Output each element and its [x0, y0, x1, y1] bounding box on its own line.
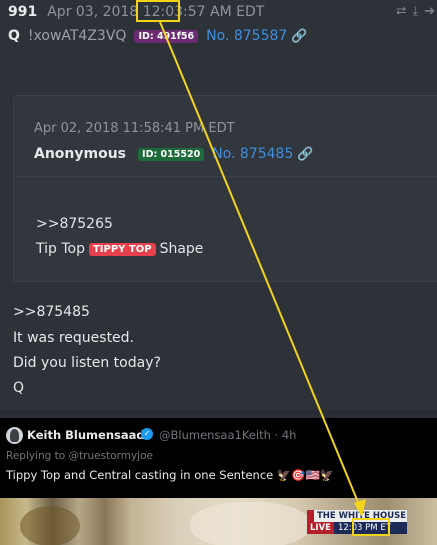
- tweet-time: · 4h: [274, 428, 297, 442]
- quoted-text-after: Shape: [159, 241, 204, 257]
- id-badge[interactable]: ID: 491f56: [134, 29, 199, 43]
- body-line-3: Q: [13, 380, 25, 396]
- tippy-top-badge: TIPPY TOP: [88, 243, 156, 256]
- broadcast-time-highlight-box: [352, 518, 390, 536]
- quoted-author-row: Anonymous ID: 015520 No. 875485 🔗: [34, 146, 314, 162]
- tweet-author[interactable]: Keith Blumensaadt: [27, 428, 150, 442]
- verified-icon: ✓: [141, 428, 153, 440]
- quoted-post: Apr 02, 2018 11:58:41 PM EDT Anonymous I…: [13, 95, 437, 282]
- body-reply-ref[interactable]: >>875485: [13, 304, 90, 320]
- body-line-1: It was requested.: [13, 330, 135, 346]
- quoted-post-number-link[interactable]: No. 875485: [212, 146, 293, 162]
- quoted-id-badge[interactable]: ID: 015520: [138, 147, 205, 161]
- timestamp-highlight-box: [136, 0, 180, 22]
- tweet-text: Tippy Top and Central casting in one Sen…: [6, 468, 335, 482]
- post-number: 991: [8, 4, 38, 20]
- tweet-handle-time: @Blumensaa1Keith · 4h: [159, 428, 296, 442]
- quoted-text: Tip Top TIPPY TOP Shape: [36, 241, 203, 257]
- divider: [14, 176, 437, 177]
- tweet-replying-to: Replying to @truestormyjoe: [6, 450, 153, 462]
- post-author-row: Q !xowAT4Z3VQ ID: 491f56 No. 875587 🔗: [8, 27, 307, 45]
- download-icon[interactable]: ⤓: [412, 4, 418, 19]
- author-name: Q: [8, 28, 20, 44]
- body-line-2: Did you listen today?: [13, 355, 161, 371]
- share-icon[interactable]: ⮂: [396, 4, 406, 19]
- tripcode: !xowAT4Z3VQ: [27, 28, 127, 44]
- live-label: LIVE: [307, 522, 334, 534]
- link-icon[interactable]: 🔗: [297, 147, 313, 162]
- avatar[interactable]: [6, 427, 23, 444]
- tweet-card: Keith Blumensaadt ✓ @Blumensaa1Keith · 4…: [0, 418, 437, 498]
- q-post: 991 Apr 03, 2018 12:03:57 AM EDT ⮂ ⤓ ➔ Q…: [0, 0, 437, 410]
- next-icon[interactable]: ➔: [424, 4, 435, 19]
- quoted-text-before: Tip Top: [36, 241, 85, 257]
- post-actions: ⮂ ⤓ ➔: [396, 4, 435, 19]
- tweet-handle[interactable]: @Blumensaa1Keith: [159, 428, 271, 442]
- quoted-datetime: Apr 02, 2018 11:58:41 PM EDT: [34, 121, 235, 136]
- post-number-link[interactable]: No. 875587: [206, 28, 287, 44]
- quoted-author-name: Anonymous: [34, 146, 127, 162]
- quoted-reply-ref[interactable]: >>875265: [36, 216, 113, 232]
- link-icon[interactable]: 🔗: [291, 29, 307, 44]
